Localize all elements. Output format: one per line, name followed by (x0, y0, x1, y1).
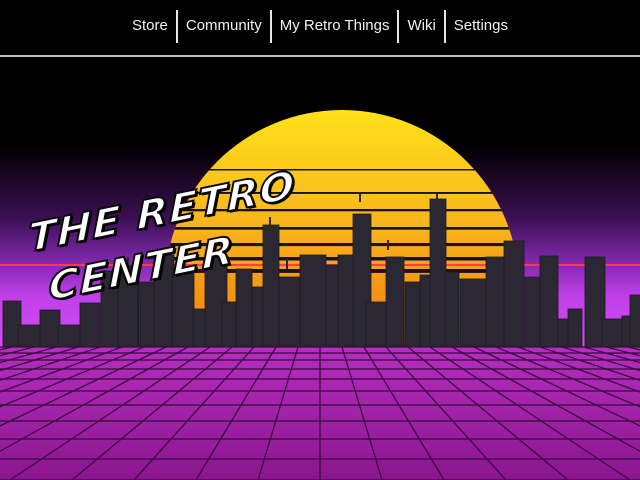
main-nav: Store Community My Retro Things Wiki Set… (0, 9, 640, 43)
synthwave-hero-scene: The Retro Center (0, 57, 640, 480)
building (539, 255, 559, 350)
building (57, 324, 81, 350)
antenna (359, 192, 361, 202)
building (79, 302, 101, 350)
building (365, 301, 387, 350)
building (601, 318, 625, 350)
building (299, 254, 327, 350)
building (503, 240, 525, 350)
nav-community-link[interactable]: Community (178, 9, 270, 43)
antenna (436, 194, 438, 204)
nav-store-link[interactable]: Store (124, 9, 176, 43)
building (385, 256, 405, 350)
building (459, 278, 489, 350)
nav-settings-link[interactable]: Settings (446, 9, 516, 43)
antenna (387, 240, 389, 250)
building (17, 324, 41, 350)
building (235, 268, 253, 350)
building (567, 308, 583, 350)
building (444, 271, 460, 350)
building (485, 256, 507, 350)
top-navigation-bar: Store Community My Retro Things Wiki Set… (0, 0, 640, 57)
building (278, 276, 304, 350)
building (429, 198, 447, 350)
nav-wiki-link[interactable]: Wiki (399, 9, 443, 43)
nav-my-retro-things-link[interactable]: My Retro Things (272, 9, 398, 43)
building (629, 294, 640, 350)
